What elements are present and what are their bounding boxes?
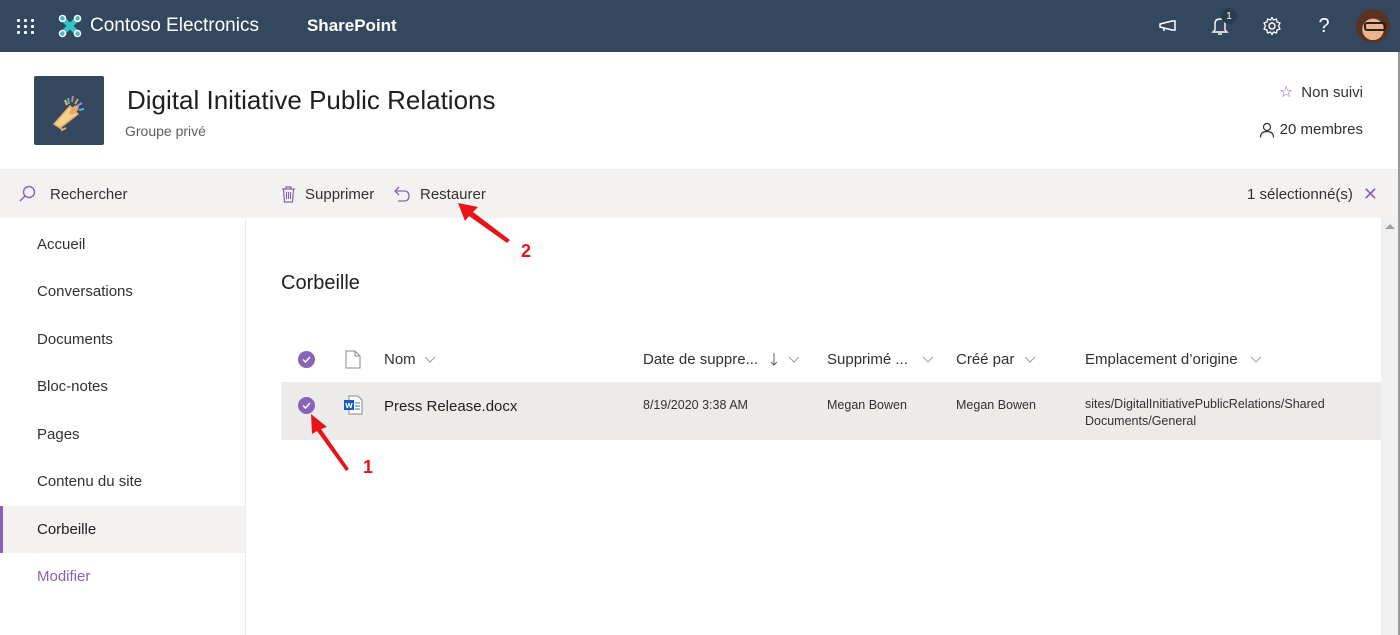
command-bar: Rechercher Supprimer Restaurer 1 sélecti…	[0, 170, 1400, 218]
follow-label: Non suivi	[1301, 83, 1363, 101]
chevron-down-icon	[1025, 356, 1036, 363]
column-header-created-by[interactable]: Créé par	[956, 336, 1036, 382]
waffle-icon	[17, 18, 35, 34]
nav-item-conversations[interactable]: Conversations	[0, 268, 245, 315]
news-button[interactable]	[1142, 0, 1194, 52]
checkmark-icon	[298, 397, 315, 414]
nav-item-corbeille[interactable]: Corbeille	[0, 506, 245, 553]
chevron-down-icon	[424, 356, 436, 363]
nav-item-contenu-du-site[interactable]: Contenu du site	[0, 458, 245, 505]
column-header-name-label: Nom	[384, 350, 416, 368]
page-title: Corbeille	[281, 272, 360, 294]
site-logo	[34, 76, 104, 145]
vertical-scrollbar[interactable]	[1381, 218, 1398, 635]
site-title: Digital Initiative Public Relations	[127, 85, 496, 115]
selection-info: 1 sélectionné(s) ✕	[1247, 170, 1378, 218]
select-all-checkbox[interactable]	[298, 336, 315, 382]
brand-name: Contoso Electronics	[90, 15, 259, 36]
brand-link[interactable]: Contoso Electronics	[58, 14, 259, 38]
notification-count-badge: 1	[1221, 8, 1237, 24]
megaphone-icon	[1159, 20, 1176, 31]
site-privacy-label: Groupe privé	[125, 123, 206, 139]
search-placeholder: Rechercher	[50, 185, 128, 203]
column-header-created-by-label: Créé par	[956, 350, 1015, 368]
clear-selection-icon[interactable]: ✕	[1363, 184, 1378, 205]
left-navigation: Accueil Conversations Documents Bloc-not…	[0, 218, 246, 635]
chevron-down-icon	[788, 356, 800, 363]
deleted-by-cell: Megan Bowen	[827, 398, 907, 412]
main-content: Corbeille Nom Date de suppre... Supprimé…	[246, 218, 1381, 635]
column-header-deleted-by-label: Supprimé ...	[827, 350, 908, 368]
selected-count-label: 1 sélectionné(s)	[1247, 185, 1353, 203]
row-select-checkbox[interactable]	[298, 397, 315, 414]
delete-button[interactable]: Supprimer	[281, 170, 374, 218]
nav-edit-link[interactable]: Modifier	[0, 553, 245, 600]
scroll-up-arrow-icon[interactable]	[1385, 224, 1395, 229]
document-icon	[345, 350, 361, 368]
original-location-line-2: Documents/General	[1085, 414, 1197, 428]
svg-text:W: W	[345, 402, 353, 410]
list-header: Nom Date de suppre... Supprimé ... Créé …	[281, 336, 1381, 382]
suite-bar: Contoso Electronics SharePoint 1 ?	[0, 0, 1400, 52]
column-header-original-location-label: Emplacement d’origine	[1085, 350, 1238, 368]
nav-item-pages[interactable]: Pages	[0, 411, 245, 458]
column-header-deleted-date-label: Date de suppre...	[643, 350, 759, 368]
annotation-step-1: 1	[363, 457, 374, 477]
nav-item-documents[interactable]: Documents	[0, 316, 245, 363]
help-button[interactable]: ?	[1298, 0, 1350, 52]
column-header-deleted-date[interactable]: Date de suppre...	[643, 336, 800, 382]
column-header-deleted-by[interactable]: Supprimé ...	[827, 336, 934, 382]
star-icon: ☆	[1278, 84, 1294, 101]
column-header-name[interactable]: Nom	[384, 336, 436, 382]
search-box[interactable]: Rechercher	[0, 170, 246, 218]
chevron-down-icon	[922, 356, 934, 363]
help-icon: ?	[1318, 14, 1330, 37]
created-by-cell: Megan Bowen	[956, 398, 1036, 412]
follow-button[interactable]: ☆ Non suivi	[1279, 82, 1363, 102]
restore-label: Restaurer	[420, 185, 486, 203]
members-button[interactable]: 20 membres	[1259, 121, 1363, 138]
contoso-logo-icon	[58, 14, 82, 38]
gear-icon	[1263, 16, 1281, 36]
user-avatar[interactable]	[1356, 9, 1390, 43]
original-location-line-1: sites/DigitalInitiativePublicRelations/S…	[1085, 397, 1325, 411]
members-label: 20 membres	[1279, 121, 1363, 138]
trash-icon	[282, 185, 295, 203]
nav-item-bloc-notes[interactable]: Bloc-notes	[0, 363, 245, 410]
app-launcher-button[interactable]	[0, 0, 52, 52]
delete-label: Supprimer	[305, 185, 375, 203]
deleted-date-cell: 8/19/2020 3:38 AM	[643, 398, 748, 412]
original-location-cell: sites/DigitalInitiativePublicRelations/S…	[1085, 396, 1350, 430]
notifications-button[interactable]: 1	[1194, 0, 1246, 52]
megaphone-confetti-icon	[52, 95, 85, 131]
checkmark-icon	[298, 350, 315, 368]
chevron-down-icon	[1250, 356, 1261, 363]
person-icon	[1259, 122, 1274, 138]
search-icon	[19, 185, 36, 202]
annotation-step-2: 2	[521, 241, 532, 261]
nav-item-accueil[interactable]: Accueil	[0, 221, 245, 268]
file-name-link[interactable]: Press Release.docx	[384, 382, 517, 430]
sort-down-arrow-icon	[770, 353, 778, 366]
app-name-link[interactable]: SharePoint	[307, 16, 397, 36]
undo-icon	[394, 186, 410, 202]
column-header-original-location[interactable]: Emplacement d’origine	[1085, 336, 1262, 382]
word-file-icon: W	[343, 395, 363, 415]
restore-button[interactable]: Restaurer	[394, 170, 486, 218]
site-header: Digital Initiative Public Relations Grou…	[0, 52, 1400, 170]
settings-button[interactable]	[1246, 0, 1298, 52]
file-type-header[interactable]	[345, 336, 361, 382]
table-row[interactable]: W Press Release.docx 8/19/2020 3:38 AM M…	[281, 382, 1381, 440]
